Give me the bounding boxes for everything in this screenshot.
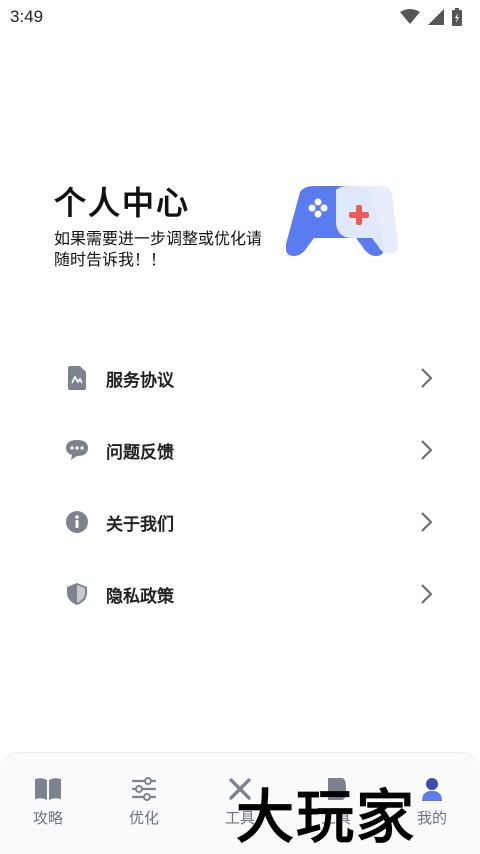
menu-item-label: 服务协议: [106, 370, 174, 391]
page-title: 个人中心: [54, 184, 191, 222]
gamepad-illustration: [286, 186, 399, 256]
menu-item-privacy-policy[interactable]: 隐私政策: [0, 558, 480, 630]
chat-bubble-icon: [64, 437, 90, 463]
status-time: 3:49: [10, 7, 44, 26]
wifi-icon: [400, 9, 420, 24]
watermark-text: 大玩家: [236, 783, 417, 851]
menu-item-about-us[interactable]: 关于我们: [0, 486, 480, 558]
chevron-right-icon: [421, 440, 432, 460]
menu-item-label: 问题反馈: [106, 442, 174, 463]
document-icon: [64, 365, 90, 391]
chevron-right-icon: [421, 368, 432, 388]
sliders-icon: [109, 775, 179, 803]
tab-label: 优化: [128, 809, 159, 827]
menu-item-label: 隐私政策: [106, 586, 174, 607]
info-icon: [64, 509, 90, 535]
signal-icon: [428, 9, 444, 25]
settings-menu: 服务协议 问题反馈 关于我们 隐私政策: [0, 342, 480, 630]
status-icons: [400, 8, 462, 26]
chevron-right-icon: [421, 512, 432, 532]
tab-label: 攻略: [32, 809, 63, 827]
tab-optimize[interactable]: 优化: [109, 775, 179, 828]
menu-item-label: 关于我们: [106, 514, 174, 535]
header: 个人中心: [54, 178, 190, 224]
page-subtitle: 如果需要进一步调整或优化请随时告诉我！！: [54, 229, 263, 269]
menu-item-feedback[interactable]: 问题反馈: [0, 414, 480, 486]
book-icon: [13, 775, 83, 803]
menu-item-service-agreement[interactable]: 服务协议: [0, 342, 480, 414]
status-bar: 3:49: [0, 0, 480, 34]
shield-icon: [64, 581, 90, 607]
tab-guides[interactable]: 攻略: [13, 775, 83, 828]
chevron-right-icon: [421, 584, 432, 604]
battery-icon: [452, 8, 462, 26]
